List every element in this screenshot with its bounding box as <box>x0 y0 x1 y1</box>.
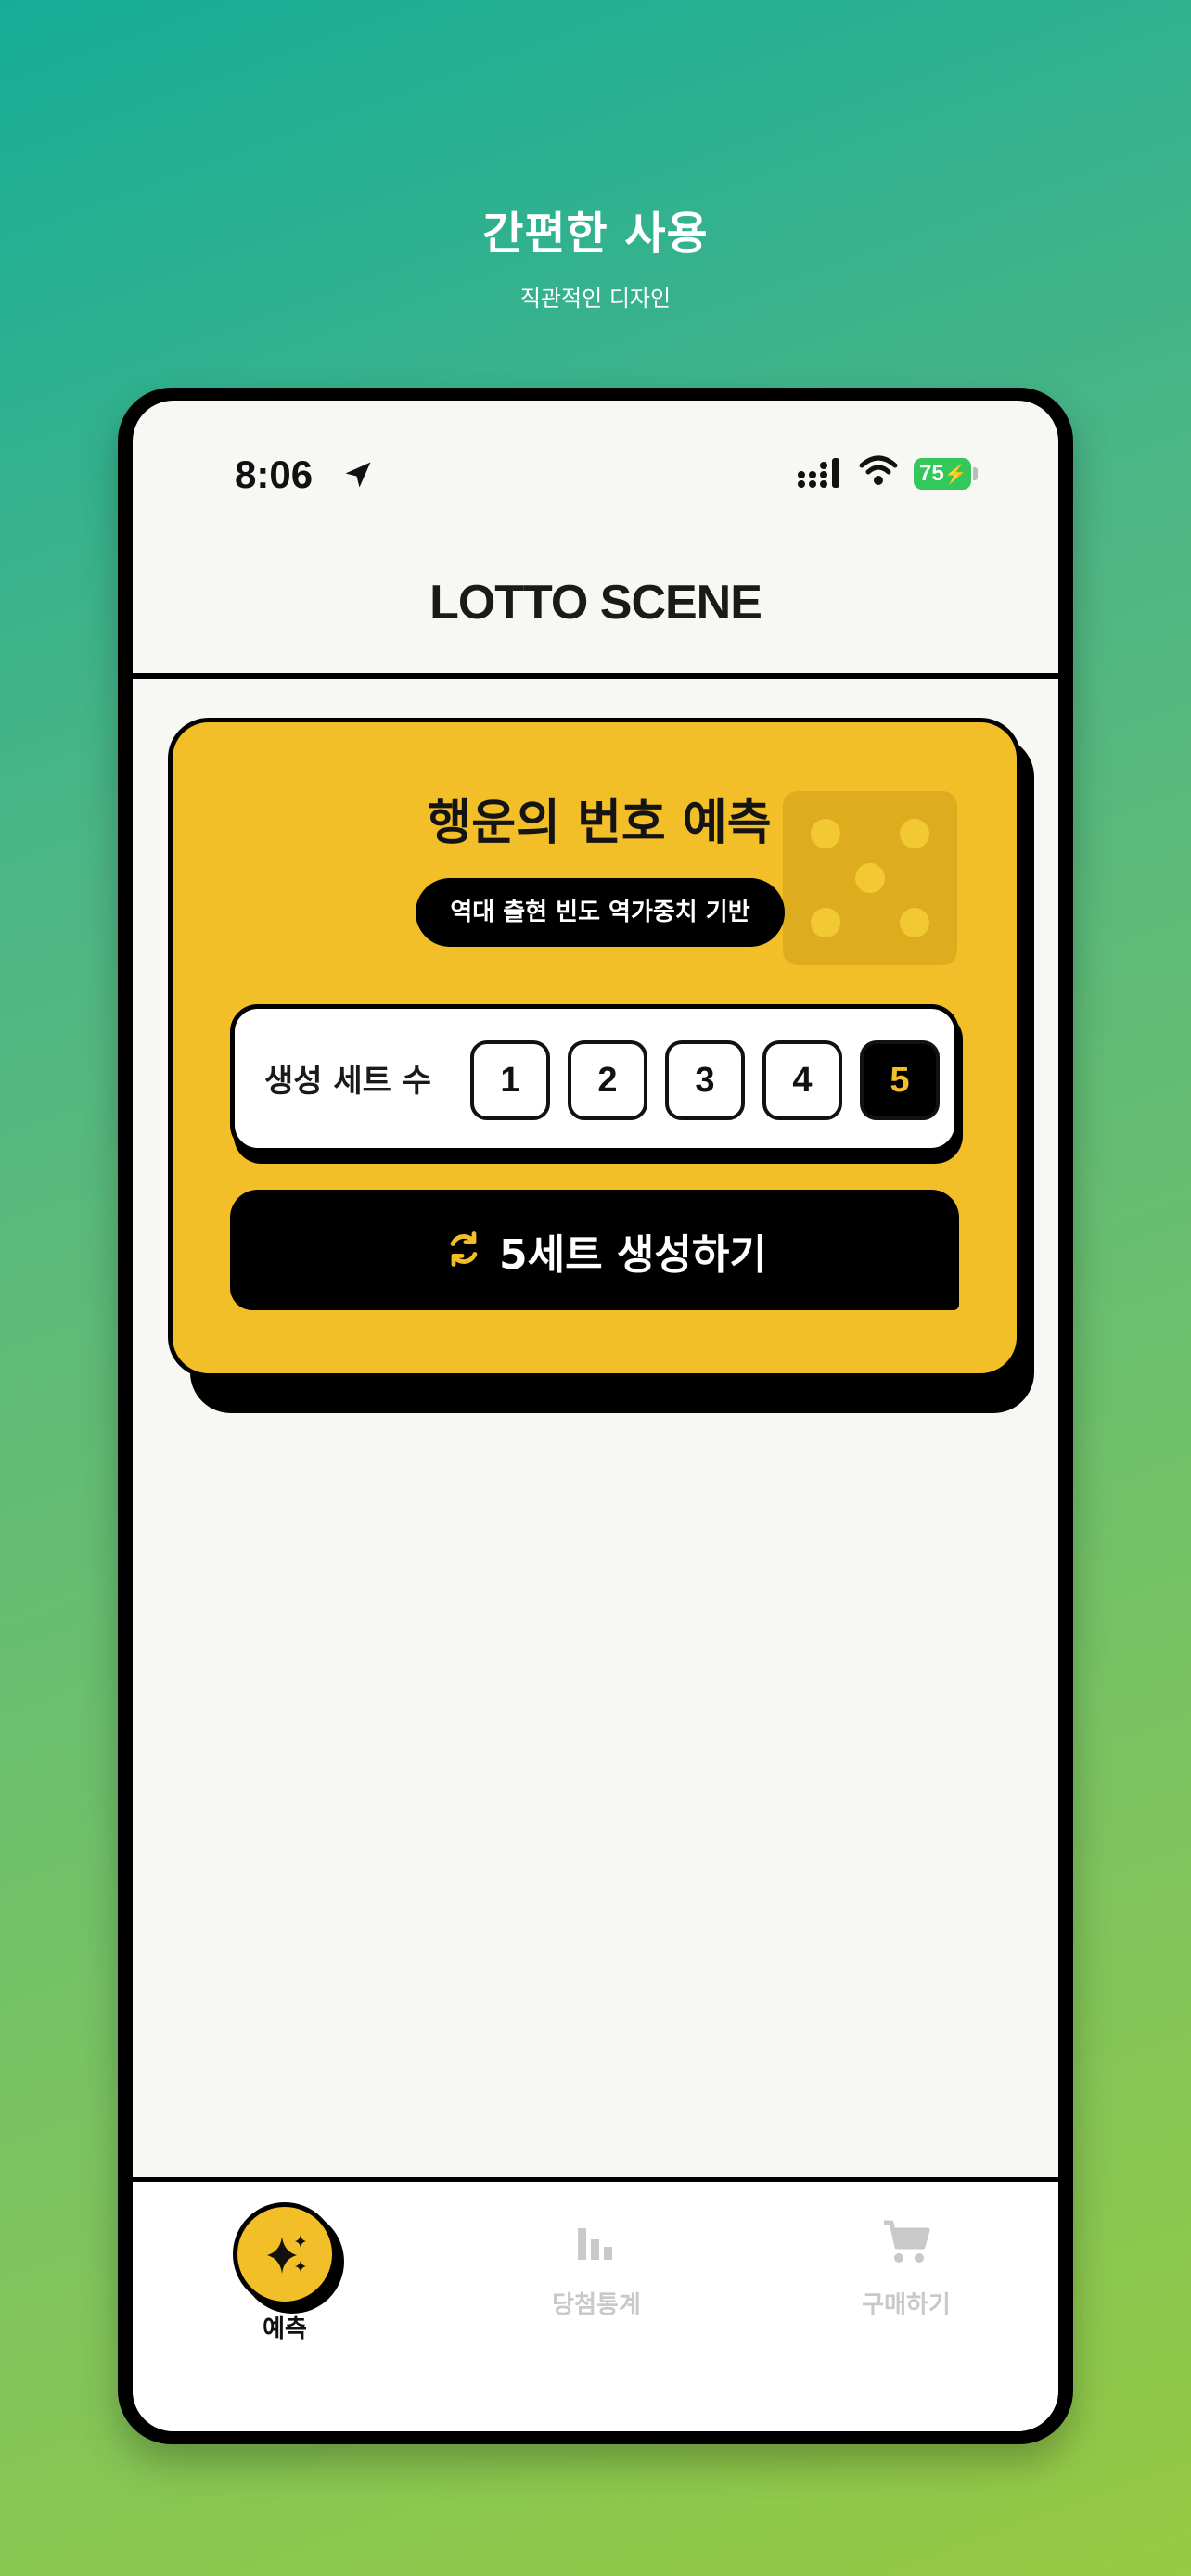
bar-chart-icon <box>578 2228 612 2260</box>
app-screen: 8:06 75⚡ LOTTO SCENE 행운의 번호 예측 역대 출현 빈도 … <box>133 401 1058 2431</box>
set-count-label: 생성 세트 수 <box>264 1063 432 1100</box>
set-count-selector: 생성 세트 수 1 2 3 4 5 <box>230 1004 959 1153</box>
tab-stats-label: 당첨통계 <box>552 2291 641 2319</box>
refresh-icon <box>450 1231 478 1267</box>
promo-subtitle: 직관적인 디자인 <box>519 286 672 312</box>
set-option-2[interactable]: 2 <box>568 1040 647 1120</box>
set-option-3[interactable]: 3 <box>665 1040 745 1120</box>
set-option-4[interactable]: 4 <box>762 1040 842 1120</box>
tab-predict-label: 예측 <box>263 2315 307 2343</box>
wifi-icon <box>859 455 898 485</box>
signal-icon <box>798 458 839 488</box>
battery-cap <box>973 467 978 480</box>
charging-bolt-icon: ⚡ <box>943 465 967 485</box>
app-title: LOTTO SCENE <box>429 576 762 630</box>
sparkles-icon <box>267 2235 306 2274</box>
generate-button-label: 5세트 생성하기 <box>499 1231 767 1279</box>
tab-buy-label: 구매하기 <box>862 2291 951 2319</box>
battery-level: 75 <box>919 461 944 486</box>
phone-frame: 8:06 75⚡ LOTTO SCENE 행운의 번호 예측 역대 출현 빈도 … <box>118 388 1073 2444</box>
tab-bar: 예측 당첨통계 구매하기 <box>133 2182 1058 2431</box>
header-divider <box>133 673 1058 679</box>
generate-button[interactable]: 5세트 생성하기 <box>230 1190 959 1310</box>
location-arrow-icon <box>345 462 371 488</box>
prediction-card: 행운의 번호 예측 역대 출현 빈도 역가중치 기반 생성 세트 수 1 2 3… <box>168 718 1021 1378</box>
set-option-1[interactable]: 1 <box>470 1040 550 1120</box>
cart-icon <box>884 2220 930 2263</box>
battery-indicator: 75⚡ <box>914 458 971 490</box>
card-title: 행운의 번호 예측 <box>427 796 772 851</box>
status-time: 8:06 <box>235 453 314 496</box>
set-option-5[interactable]: 5 <box>860 1040 940 1120</box>
algorithm-badge: 역대 출현 빈도 역가중치 기반 <box>416 878 785 947</box>
promo-title: 간편한 사용 <box>482 208 709 260</box>
tab-active-indicator <box>233 2202 337 2306</box>
